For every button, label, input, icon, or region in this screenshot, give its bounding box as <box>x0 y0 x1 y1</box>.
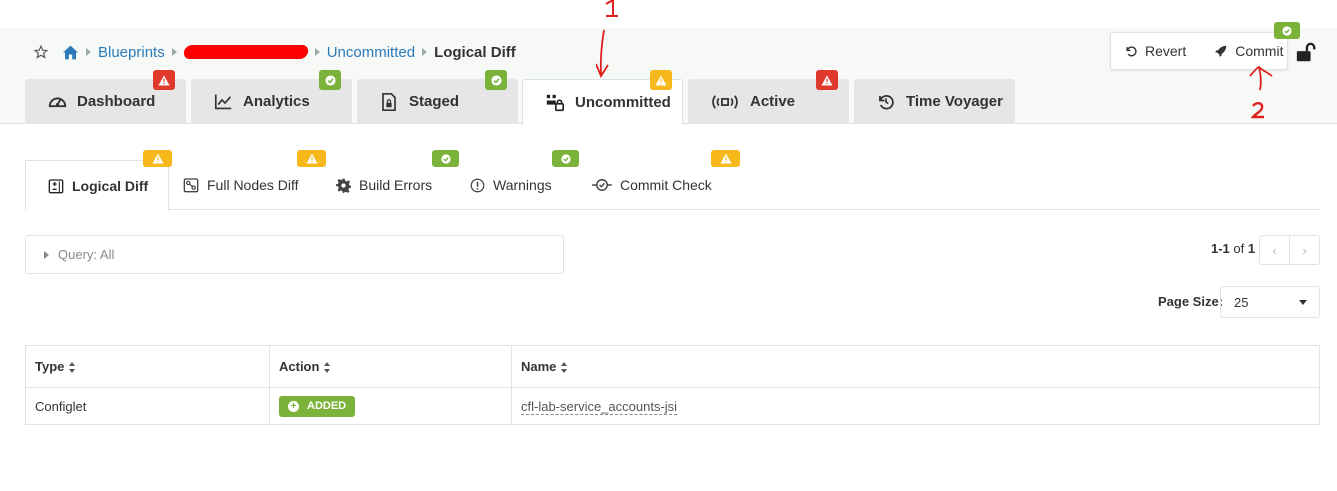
added-label: ADDED <box>307 400 347 412</box>
commit-status-badge <box>1274 22 1300 39</box>
rocket-icon <box>1214 44 1228 58</box>
pagination-controls: ‹ › <box>1259 235 1320 265</box>
sort-icon <box>324 362 331 374</box>
column-header-name[interactable]: Name <box>511 345 1320 388</box>
caret-right-icon <box>44 250 49 259</box>
annotation-2 <box>1246 62 1276 127</box>
pagination-of: of <box>1233 241 1245 256</box>
configlet-name-link[interactable]: cfl-lab-service_accounts-jsi <box>521 398 678 415</box>
breadcrumb-separator <box>86 48 91 56</box>
logical-diff-status-badge <box>143 150 172 167</box>
page-size-label: Page Size: <box>1158 294 1224 309</box>
plus-circle-icon: + <box>288 400 299 412</box>
dashboard-icon <box>47 92 67 112</box>
subtab-logical-diff[interactable]: Logical Diff <box>25 160 170 211</box>
header-label: Type <box>35 359 65 374</box>
tab-label: Dashboard <box>77 93 156 110</box>
tab-label: Analytics <box>243 93 310 110</box>
tab-label: Active <box>750 93 796 110</box>
diff-subtabs: Logical Diff Full Nodes Diff Build Error… <box>25 160 1320 211</box>
added-badge: + ADDED <box>279 395 356 417</box>
table-header-row: Type Action Name <box>25 345 1320 388</box>
tab-label: Time Voyager <box>906 93 1003 110</box>
query-label: Query: All <box>58 247 115 262</box>
chart-line-icon <box>213 92 233 112</box>
subtab-commit-check[interactable]: Commit Check <box>592 160 712 210</box>
chevron-down-icon <box>1299 299 1307 305</box>
subtab-label: Commit Check <box>620 177 712 193</box>
staged-status-badge <box>485 70 507 90</box>
table-row: Configlet + ADDED cfl-lab-service_accoun… <box>25 387 1320 425</box>
annotation-1 <box>595 0 626 85</box>
tab-label: Staged <box>409 93 460 110</box>
nodes-diff-icon <box>183 177 199 193</box>
pagination-summary: 1-1 of 1 <box>1211 241 1255 256</box>
dashboard-status-badge <box>153 70 175 90</box>
subtab-build-errors[interactable]: Build Errors <box>336 160 432 210</box>
header-label: Action <box>279 359 320 374</box>
history-icon <box>876 92 896 112</box>
query-filter[interactable]: Query: All <box>25 235 564 274</box>
star-icon[interactable] <box>34 45 48 59</box>
subtab-label: Full Nodes Diff <box>207 177 299 193</box>
subtab-warnings[interactable]: Warnings <box>470 160 552 210</box>
cell-type: Configlet <box>25 387 270 425</box>
column-header-type[interactable]: Type <box>25 345 270 388</box>
sort-icon <box>69 362 76 374</box>
uncommitted-status-badge <box>650 70 672 90</box>
page-size-value: 25 <box>1234 294 1249 310</box>
column-header-action[interactable]: Action <box>269 345 512 388</box>
commit-label: Commit <box>1235 43 1284 59</box>
broadcast-icon <box>710 92 740 112</box>
header-label: Name <box>521 359 557 374</box>
breadcrumb-uncommitted[interactable]: Uncommitted <box>327 44 415 61</box>
home-icon[interactable] <box>62 45 79 60</box>
analytics-status-badge <box>319 70 341 90</box>
subtab-label: Warnings <box>493 177 552 193</box>
subtab-label: Logical Diff <box>72 177 149 194</box>
unlock-icon[interactable] <box>1295 42 1317 69</box>
cell-name: cfl-lab-service_accounts-jsi <box>512 388 1320 425</box>
pagination-total: 1 <box>1247 241 1256 256</box>
active-status-badge <box>816 70 838 90</box>
pagination-range: 1-1 <box>1211 241 1230 256</box>
chevron-right-icon[interactable]: › <box>1290 236 1319 264</box>
subtab-label: Build Errors <box>359 177 433 193</box>
revert-label: Revert <box>1145 43 1187 59</box>
build-errors-status-badge <box>432 150 459 167</box>
breadcrumb-current: Logical Diff <box>434 43 516 61</box>
file-lock-icon <box>379 92 399 112</box>
warnings-status-badge <box>552 150 579 167</box>
sort-icon <box>561 362 568 374</box>
page-size-select[interactable]: 25 <box>1220 286 1320 318</box>
tab-label: Uncommitted <box>575 94 671 111</box>
breadcrumb-separator <box>314 48 320 56</box>
breadcrumb-separator <box>422 48 428 56</box>
cell-action: + ADDED <box>269 387 512 425</box>
redacted-blueprint-name <box>182 45 309 59</box>
undo-icon <box>1125 45 1138 58</box>
breadcrumb: Blueprints Uncommitted Logical Diff <box>34 42 516 62</box>
commit-check-icon <box>592 178 612 192</box>
tab-time-voyager[interactable]: Time Voyager <box>854 79 1015 124</box>
commit-check-status-badge <box>711 150 740 167</box>
gear-icon <box>336 178 351 193</box>
diff-table: Type Action Name Configlet + ADDED cfl-l… <box>25 345 1320 425</box>
full-nodes-diff-status-badge <box>297 150 326 167</box>
exclamation-circle-icon <box>470 178 485 193</box>
breadcrumb-separator <box>171 48 177 56</box>
revert-button[interactable]: Revert <box>1111 33 1200 69</box>
chevron-left-icon[interactable]: ‹ <box>1260 236 1290 264</box>
subtab-full-nodes-diff[interactable]: Full Nodes Diff <box>183 160 299 210</box>
uncommitted-icon <box>545 93 565 113</box>
diff-icon <box>48 178 64 194</box>
breadcrumb-blueprints[interactable]: Blueprints <box>98 44 165 61</box>
